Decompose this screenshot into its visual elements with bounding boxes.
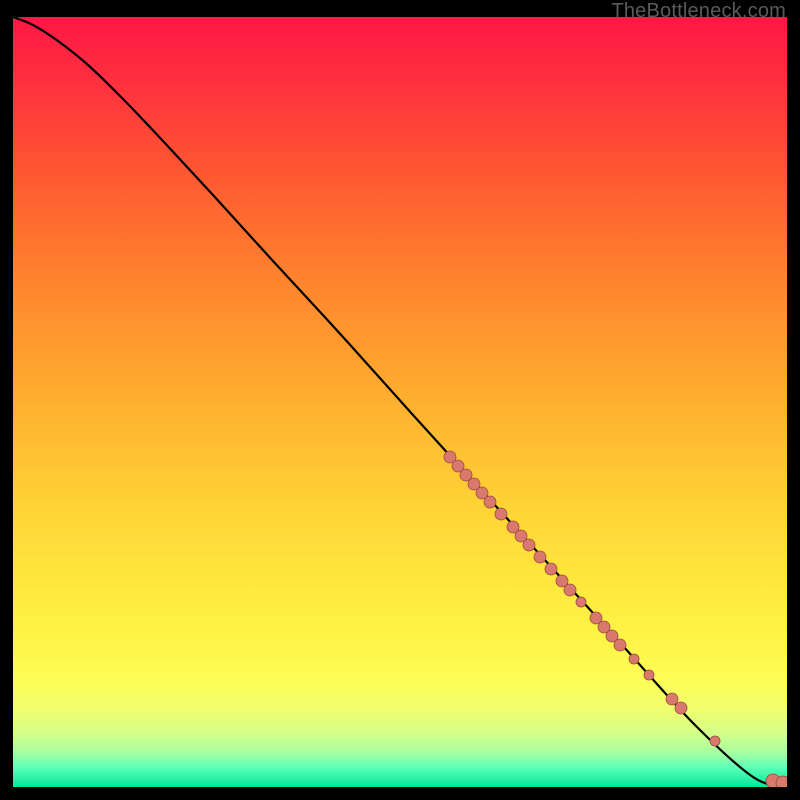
chart-point (564, 584, 576, 596)
chart-point (576, 597, 586, 607)
chart-overlay (13, 17, 787, 787)
chart-point (523, 539, 535, 551)
chart-point (666, 693, 678, 705)
watermark-text: TheBottleneck.com (611, 0, 786, 23)
chart-point (629, 654, 639, 664)
chart-points (444, 451, 787, 787)
chart-point (644, 670, 654, 680)
chart-point (495, 508, 507, 520)
chart-point (710, 736, 720, 746)
chart-point (675, 702, 687, 714)
chart-point (614, 639, 626, 651)
chart-curve (13, 17, 787, 787)
chart-point (534, 551, 546, 563)
chart-plot-area (13, 17, 787, 787)
chart-point (545, 563, 557, 575)
chart-point (484, 496, 496, 508)
